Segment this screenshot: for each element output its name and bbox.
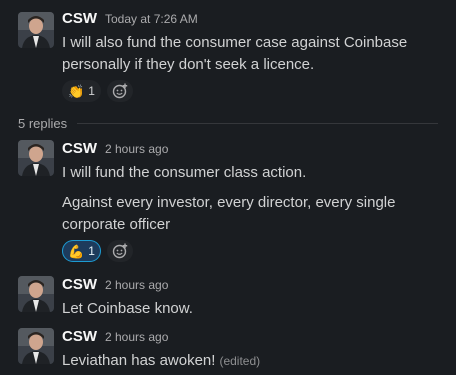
- clap-icon: 👏: [68, 83, 85, 99]
- reaction-pill[interactable]: 💪 1: [62, 240, 101, 262]
- message: CSW 2 hours ago I will fund the consumer…: [0, 140, 456, 266]
- author-name[interactable]: CSW: [62, 10, 97, 27]
- reaction-pill[interactable]: 👏 1: [62, 80, 101, 102]
- message: CSW 2 hours ago Leviathan has awoken! (ed…: [0, 328, 456, 374]
- flexed-bicep-icon: 💪: [68, 243, 85, 259]
- avatar-image: [18, 12, 54, 48]
- message-text: I will fund the consumer class action.: [62, 164, 307, 181]
- message-text: Leviathan has awoken!: [62, 352, 216, 369]
- timestamp[interactable]: 2 hours ago: [105, 330, 168, 344]
- message-text: Against every investor, every director, …: [62, 194, 396, 233]
- timestamp[interactable]: 2 hours ago: [105, 142, 168, 156]
- avatar[interactable]: [18, 276, 54, 312]
- avatar[interactable]: [18, 140, 54, 176]
- avatar-image: [18, 276, 54, 312]
- author-name[interactable]: CSW: [62, 328, 97, 345]
- avatar[interactable]: [18, 328, 54, 364]
- message: CSW 2 hours ago Let Coinbase know.: [0, 276, 456, 322]
- reaction-count: 1: [88, 84, 95, 98]
- avatar-image: [18, 328, 54, 364]
- author-name[interactable]: CSW: [62, 140, 97, 157]
- timestamp[interactable]: 2 hours ago: [105, 278, 168, 292]
- message-text: Let Coinbase know.: [62, 300, 193, 317]
- message-thread: CSW Today at 7:26 AM I will also fund th…: [0, 0, 456, 375]
- add-emoji-icon: [112, 83, 128, 99]
- edited-label: (edited): [219, 354, 261, 368]
- reaction-count: 1: [88, 244, 95, 258]
- add-reaction-button[interactable]: [106, 80, 133, 102]
- add-reaction-button[interactable]: [106, 240, 133, 262]
- reactions-row: 💪 1: [62, 240, 448, 262]
- divider-line: [77, 122, 438, 124]
- message-text: I will also fund the consumer case again…: [62, 34, 408, 73]
- message: CSW Today at 7:26 AM I will also fund th…: [0, 8, 456, 108]
- reply-count[interactable]: 5 replies: [18, 116, 67, 131]
- replies-divider: 5 replies: [0, 113, 456, 133]
- add-emoji-icon: [112, 243, 128, 259]
- message-text-row: Leviathan has awoken! (edited): [62, 350, 448, 372]
- avatar[interactable]: [18, 12, 54, 48]
- author-name[interactable]: CSW: [62, 276, 97, 293]
- reactions-row: 👏 1: [62, 80, 448, 102]
- timestamp[interactable]: Today at 7:26 AM: [105, 12, 198, 26]
- avatar-image: [18, 140, 54, 176]
